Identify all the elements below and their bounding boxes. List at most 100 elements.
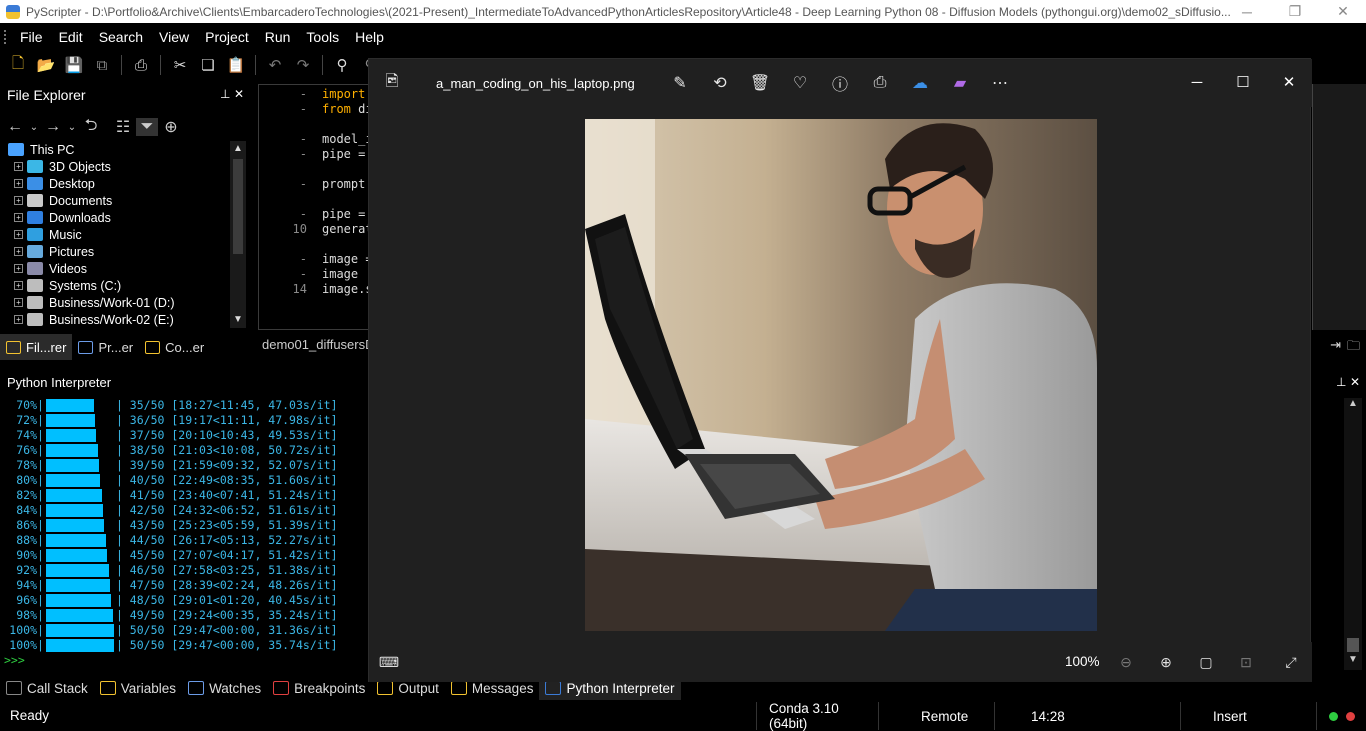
status-mode[interactable]: Remote <box>878 702 994 730</box>
code-line[interactable] <box>322 162 373 177</box>
paste-icon[interactable]: 📋 <box>224 53 248 77</box>
filter-icon[interactable]: ⏷ <box>136 118 158 136</box>
menu-view[interactable]: View <box>151 29 197 45</box>
expand-icon[interactable]: + <box>14 281 23 290</box>
viewer-maximize-icon[interactable]: ☐ <box>1228 67 1258 97</box>
status-interpreter[interactable]: Conda 3.10 (64bit) <box>756 701 878 731</box>
tree-item[interactable]: + Systems (C:) <box>4 277 232 294</box>
pin-icon[interactable]: ⊥ <box>220 87 230 101</box>
close-panel-icon[interactable]: ✕ <box>234 87 244 101</box>
viewer-minimize-icon[interactable]: ─ <box>1182 67 1212 97</box>
delete-icon[interactable]: 🗑 <box>748 71 772 95</box>
copy-icon[interactable]: ❏ <box>196 53 220 77</box>
undo-icon[interactable]: ↶ <box>263 53 287 77</box>
tree-item[interactable]: + Desktop <box>4 175 232 192</box>
clipchamp-icon[interactable]: ▰ <box>948 71 972 95</box>
tree-item[interactable]: + Downloads <box>4 209 232 226</box>
filmstrip-icon[interactable]: ⌨ <box>378 651 400 673</box>
restore-icon[interactable]: ❐ <box>1272 0 1318 23</box>
search-icon[interactable]: ⚲ <box>330 53 354 77</box>
close-panel-icon[interactable]: ✕ <box>1350 375 1360 389</box>
redo-icon[interactable]: ↷ <box>291 53 315 77</box>
tree-item[interactable]: +3D Objects <box>4 158 232 175</box>
print-icon[interactable]: ⎙ <box>129 53 153 77</box>
code-line[interactable] <box>322 117 373 132</box>
scroll-thumb[interactable] <box>1347 638 1359 652</box>
expand-icon[interactable]: + <box>14 247 23 256</box>
minimize-icon[interactable]: ─ <box>1224 0 1270 23</box>
code-line[interactable]: image <box>322 267 373 282</box>
expand-icon[interactable]: + <box>14 162 23 171</box>
menu-help[interactable]: Help <box>347 29 392 45</box>
tree-item[interactable]: + Documents <box>4 192 232 209</box>
code-line[interactable]: from di <box>322 102 373 117</box>
tree-item[interactable]: + Business/Work-01 (D:) <box>4 294 232 311</box>
expand-icon[interactable]: + <box>14 298 23 307</box>
tree-item[interactable]: + Pictures <box>4 243 232 260</box>
expand-icon[interactable]: + <box>14 264 23 273</box>
new-file-icon[interactable]: 🗋 <box>6 53 30 77</box>
code-line[interactable]: image = <box>322 252 373 267</box>
tab-watches[interactable]: Watches <box>182 676 267 700</box>
onedrive-icon[interactable]: ☁ <box>908 71 932 95</box>
scroll-up-icon[interactable]: ▲ <box>230 141 246 157</box>
expand-icon[interactable]: + <box>14 179 23 188</box>
tree-item[interactable]: + Business/Work-02 (E:) <box>4 311 232 328</box>
viewer-close-icon[interactable]: ✕ <box>1274 67 1304 97</box>
code-editor[interactable]: - - - - - -10- -14 import from di model_i pipe = p… <box>258 84 373 330</box>
code-line[interactable]: generat <box>322 222 373 237</box>
new-folder-icon[interactable]: ⊕ <box>160 117 182 137</box>
expand-icon[interactable]: + <box>14 213 23 222</box>
code-lines[interactable]: import from di model_i pipe = prompt pipe = ge… <box>322 87 373 297</box>
back-dropdown-icon[interactable]: ⌄ <box>28 122 40 133</box>
expand-icon[interactable]: + <box>14 315 23 324</box>
file-tree-scrollbar[interactable]: ▲ ▼ <box>230 141 246 328</box>
view-tree-icon[interactable]: ☷ <box>112 117 134 137</box>
code-line[interactable]: image.s <box>322 282 373 297</box>
zoom-out-icon[interactable]: ⊖ <box>1115 651 1137 673</box>
code-line[interactable]: model_i <box>322 132 373 147</box>
up-folder-icon[interactable]: ⮌ <box>80 114 102 141</box>
open-folder-icon[interactable]: 📂 <box>34 53 58 77</box>
scroll-down-icon[interactable]: ▼ <box>230 312 246 328</box>
scroll-down-icon[interactable]: ▼ <box>1344 654 1362 670</box>
pin-icon[interactable]: ⊥ <box>1336 375 1346 389</box>
menu-search[interactable]: Search <box>91 29 151 45</box>
expand-icon[interactable]: + <box>14 230 23 239</box>
menu-tools[interactable]: Tools <box>298 29 347 45</box>
code-line[interactable] <box>322 237 373 252</box>
tab-breakpoints[interactable]: Breakpoints <box>267 676 371 700</box>
scroll-thumb[interactable] <box>233 159 243 254</box>
favorite-heart-icon[interactable]: ♡ <box>788 71 812 95</box>
tab-file-explorer[interactable]: Fil...rer <box>0 334 73 360</box>
actual-size-icon[interactable]: ⊡ <box>1235 651 1257 673</box>
back-arrow-icon[interactable]: ← <box>4 118 26 136</box>
zoom-in-icon[interactable]: ⊕ <box>1155 651 1177 673</box>
tab-code-explorer[interactable]: Co...er <box>139 334 210 360</box>
tab-project-explorer[interactable]: Pr...er <box>72 334 139 360</box>
tab-variables[interactable]: Variables <box>94 676 182 700</box>
forward-dropdown-icon[interactable]: ⌄ <box>66 122 78 133</box>
more-options-icon[interactable]: ⋯ <box>988 71 1012 95</box>
tree-item[interactable]: + Music <box>4 226 232 243</box>
print-icon[interactable]: ⎙ <box>868 71 892 95</box>
cut-icon[interactable]: ✂ <box>168 53 192 77</box>
save-all-icon[interactable]: ⧉ <box>90 53 114 77</box>
forward-arrow-icon[interactable]: → <box>42 118 64 136</box>
code-line[interactable]: pipe = <box>322 147 373 162</box>
code-line[interactable] <box>322 192 373 207</box>
folder-icon[interactable]: 🗀 <box>1347 337 1360 357</box>
tab-call-stack[interactable]: Call Stack <box>0 676 94 700</box>
edit-image-icon[interactable]: ✎ <box>668 71 692 95</box>
menu-run[interactable]: Run <box>257 29 299 45</box>
fullscreen-icon[interactable]: ⤢ <box>1280 651 1302 673</box>
scroll-up-icon[interactable]: ▲ <box>1344 398 1362 414</box>
menu-edit[interactable]: Edit <box>51 29 91 45</box>
save-icon[interactable]: 💾 <box>62 53 86 77</box>
tree-item[interactable]: + Videos <box>4 260 232 277</box>
expand-icon[interactable]: + <box>14 196 23 205</box>
info-icon[interactable]: ⓘ <box>828 71 852 95</box>
tree-item[interactable]: This PC <box>4 141 232 158</box>
close-icon[interactable]: ✕ <box>1320 0 1366 23</box>
rotate-icon[interactable]: ⟲ <box>708 71 732 95</box>
